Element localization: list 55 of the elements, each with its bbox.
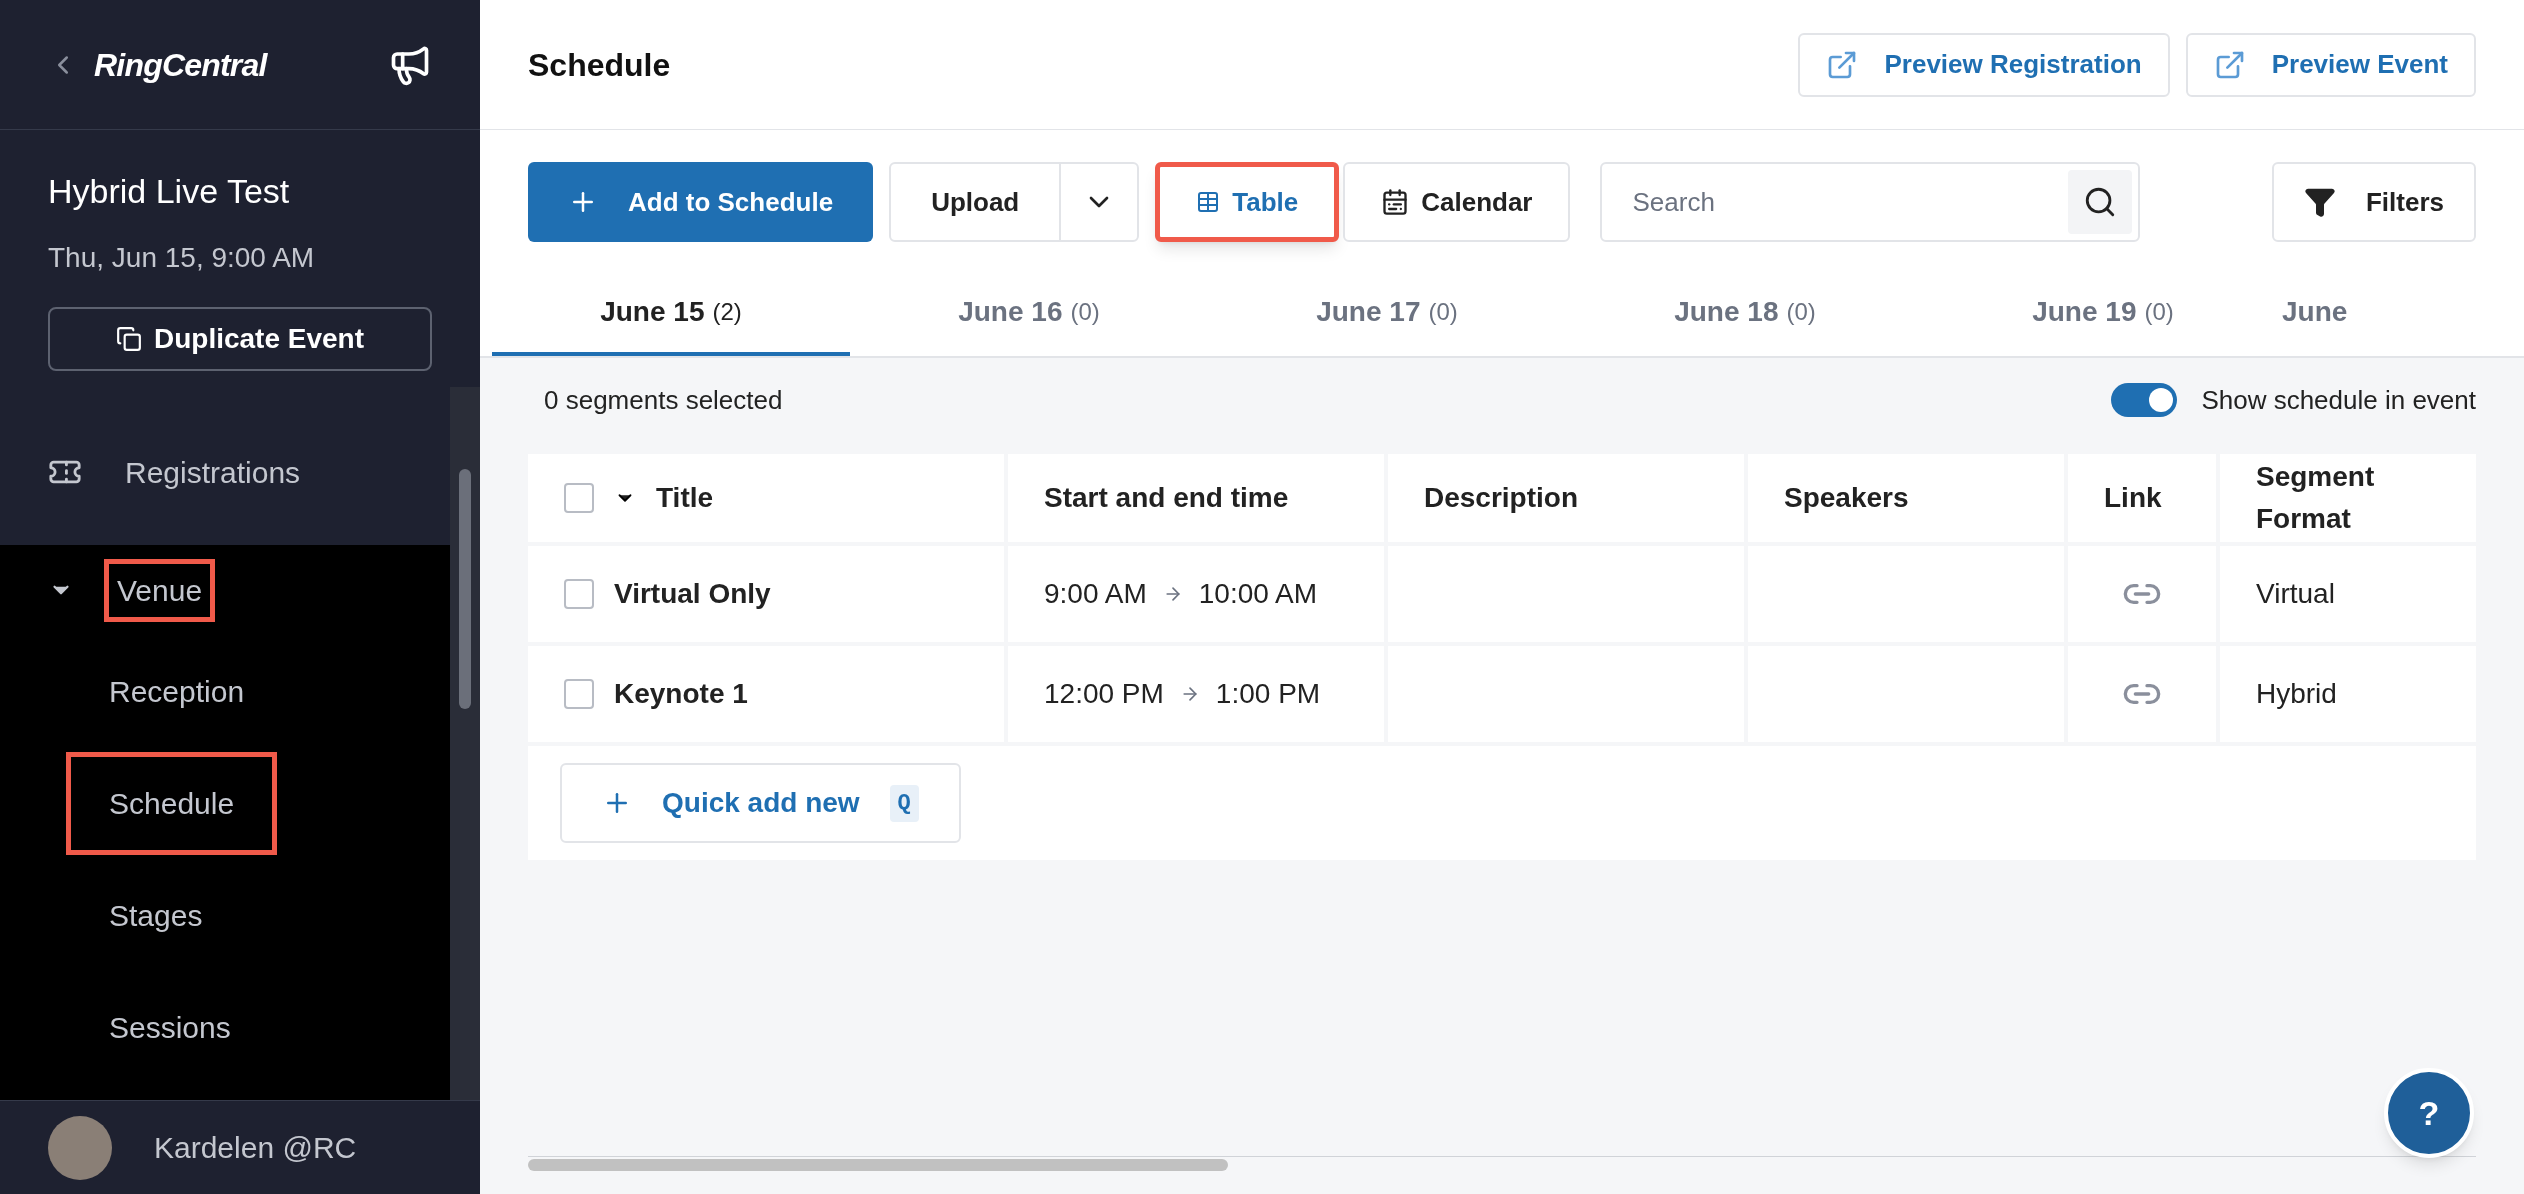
add-to-schedule-button[interactable]: Add to Schedule [528, 162, 874, 242]
checkbox[interactable] [564, 679, 594, 709]
start-time: 12:00 PM [1044, 677, 1164, 711]
search-field[interactable]: Search [1600, 162, 2141, 242]
nav-subitem[interactable]: Schedule [66, 751, 278, 855]
help-button[interactable]: ? [2384, 1068, 2474, 1158]
nav-subitem[interactable]: Reception [66, 639, 288, 743]
horizontal-scrollbar[interactable] [528, 1156, 2476, 1172]
user-name: Kardelen @RC [154, 1130, 357, 1166]
preview-button[interactable]: Preview Registration [1798, 32, 2170, 97]
column-header: Start and end time [1044, 481, 1289, 515]
toggle-switch[interactable] [2111, 383, 2178, 417]
toggle-label: Show schedule in event [2201, 383, 2476, 417]
event-title: Hybrid Live Test [48, 171, 291, 212]
date-tab[interactable]: June 18 (0) [1566, 272, 1924, 356]
view-toggle[interactable]: Table [1155, 162, 1340, 242]
date-tab[interactable]: June 17 (0) [1208, 272, 1566, 356]
table-cell-text: Keynote 1 [614, 677, 748, 711]
checkbox[interactable] [564, 483, 594, 513]
table-cell-text: Virtual Only [614, 577, 771, 611]
start-time: 9:00 AM [1044, 577, 1147, 611]
table-cell-text: Virtual [2256, 577, 2335, 611]
nav-item[interactable]: Registrations [112, 440, 314, 504]
copy-icon [115, 326, 142, 352]
search-button[interactable] [2068, 170, 2133, 234]
quick-add-button[interactable]: Quick add new Q [560, 763, 961, 843]
calendar-icon [1381, 188, 1410, 216]
column-header: Speakers [1784, 481, 1909, 515]
event-date: Thu, Jun 15, 9:00 AM [48, 241, 316, 275]
shortcut-key: Q [889, 784, 919, 822]
page-title: Schedule [528, 45, 672, 85]
selection-count: 0 segments selected [544, 383, 783, 417]
nav-subitem[interactable]: Sessions [66, 975, 274, 1079]
column-header: Segment Format [2256, 460, 2376, 536]
end-time: 1:00 PM [1215, 677, 1321, 711]
date-tab[interactable]: June 16 (0) [850, 272, 1208, 356]
table-icon [1196, 190, 1221, 214]
column-header: Link [2104, 481, 2162, 515]
column-header: Description [1424, 481, 1579, 515]
table-cell-text: Hybrid [2256, 677, 2337, 711]
nav-item[interactable]: Venue [104, 558, 216, 622]
preview-button[interactable]: Preview Event [2185, 32, 2476, 97]
filters-button[interactable]: Filters [2271, 162, 2476, 242]
scrollbar[interactable] [450, 387, 480, 1100]
end-time: 10:00 AM [1198, 577, 1318, 611]
nav-subitem[interactable]: Stages [66, 863, 246, 967]
view-toggle[interactable]: Calendar [1343, 162, 1571, 242]
duplicate-event-button[interactable]: Duplicate Event [48, 307, 432, 371]
brand-logo: RingCentral [94, 45, 267, 85]
date-tab[interactable]: June 19 (0) [1924, 272, 2282, 356]
filter-icon [2303, 186, 2336, 218]
column-header: Title [656, 481, 714, 515]
date-tab[interactable]: June 15 (2) [492, 272, 850, 356]
checkbox[interactable] [564, 579, 594, 609]
date-tab[interactable]: June [2282, 272, 2524, 356]
